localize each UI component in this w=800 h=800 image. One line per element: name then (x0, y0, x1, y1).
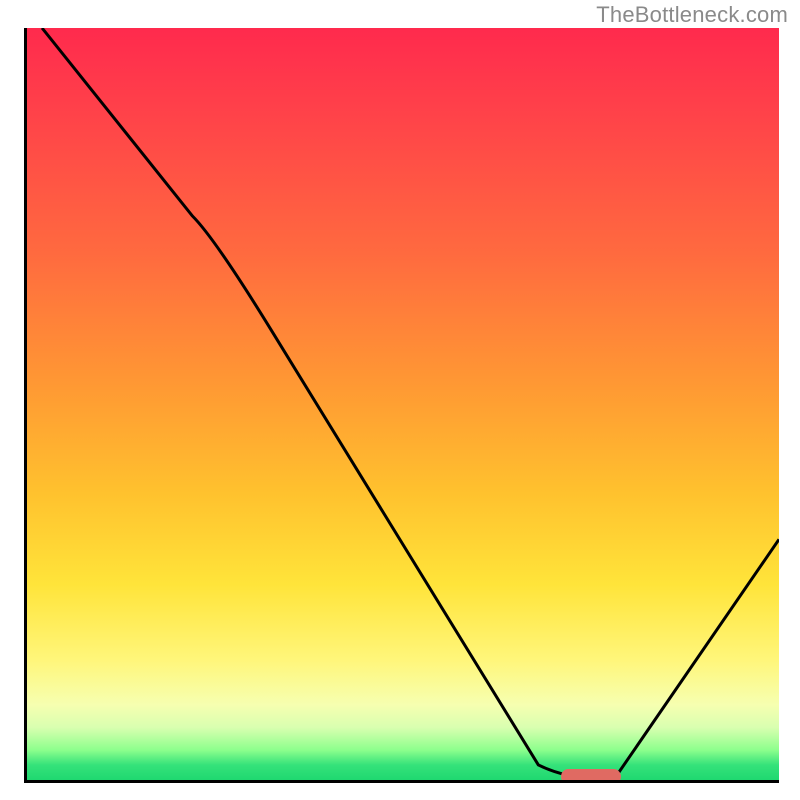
watermark-text: TheBottleneck.com (596, 2, 788, 28)
plot-area (27, 28, 779, 780)
curve-svg (27, 28, 779, 780)
axes-frame (24, 28, 779, 783)
optimal-marker-pill (561, 769, 621, 780)
curve-line (42, 28, 779, 780)
chart-container: TheBottleneck.com (0, 0, 800, 800)
